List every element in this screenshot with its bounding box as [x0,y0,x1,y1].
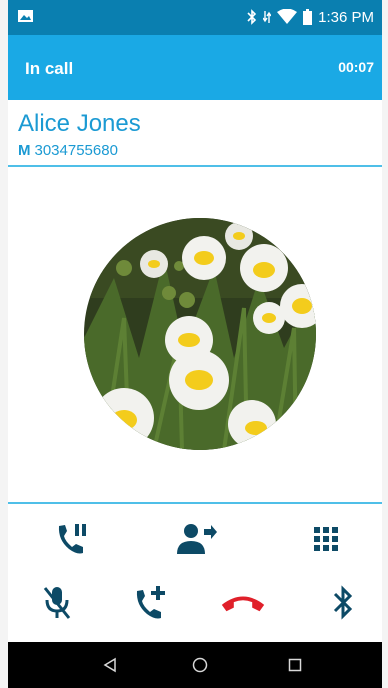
contact-name: Alice Jones [18,110,141,137]
bluetooth-audio-button[interactable] [320,580,366,626]
call-controls [8,504,382,642]
back-button[interactable] [95,652,125,678]
back-icon [103,657,116,673]
phone-number: 3034755680 [34,142,118,159]
add-call-icon [136,586,165,619]
recents-icon [288,658,302,672]
contact-number-row: M 3034755680 [18,142,118,159]
battery-icon [303,9,313,25]
contact-photo [84,218,316,450]
end-call-button[interactable] [220,580,266,626]
divider-top [8,165,382,167]
contact-info: Alice Jones M 3034755680 [8,100,382,166]
bluetooth-audio-icon [333,585,353,620]
daisies-photo [84,218,316,450]
transfer-call-icon [177,524,217,554]
add-call-button[interactable] [127,580,173,626]
home-icon [192,657,208,673]
recents-button[interactable] [280,652,310,678]
device-frame-left [0,0,8,688]
dialpad-button[interactable] [303,516,349,562]
wifi-icon [277,9,298,24]
phone-type-label: M [18,142,31,159]
mute-button[interactable] [34,580,80,626]
call-timer: 00:07 [338,59,374,75]
transfer-call-button[interactable] [174,516,220,562]
contact-photo-area [8,168,382,502]
device-frame-right [382,0,388,688]
home-button[interactable] [185,652,215,678]
in-call-screen: 1:36 PM In call 00:07 Alice Jones M 30347… [8,0,382,688]
status-bar: 1:36 PM [8,0,382,35]
call-header: In call 00:07 [8,35,382,100]
status-time: 1:36 PM [318,8,374,26]
end-call-icon [221,596,265,612]
hold-call-button[interactable] [49,516,95,562]
dialpad-icon [314,527,338,551]
gallery-icon [18,10,33,22]
data-arrows-icon [263,11,272,23]
mute-microphone-icon [43,587,71,619]
call-state-title: In call [25,59,74,78]
bluetooth-icon [247,9,257,25]
navigation-bar [8,642,382,688]
hold-call-icon [58,524,86,554]
